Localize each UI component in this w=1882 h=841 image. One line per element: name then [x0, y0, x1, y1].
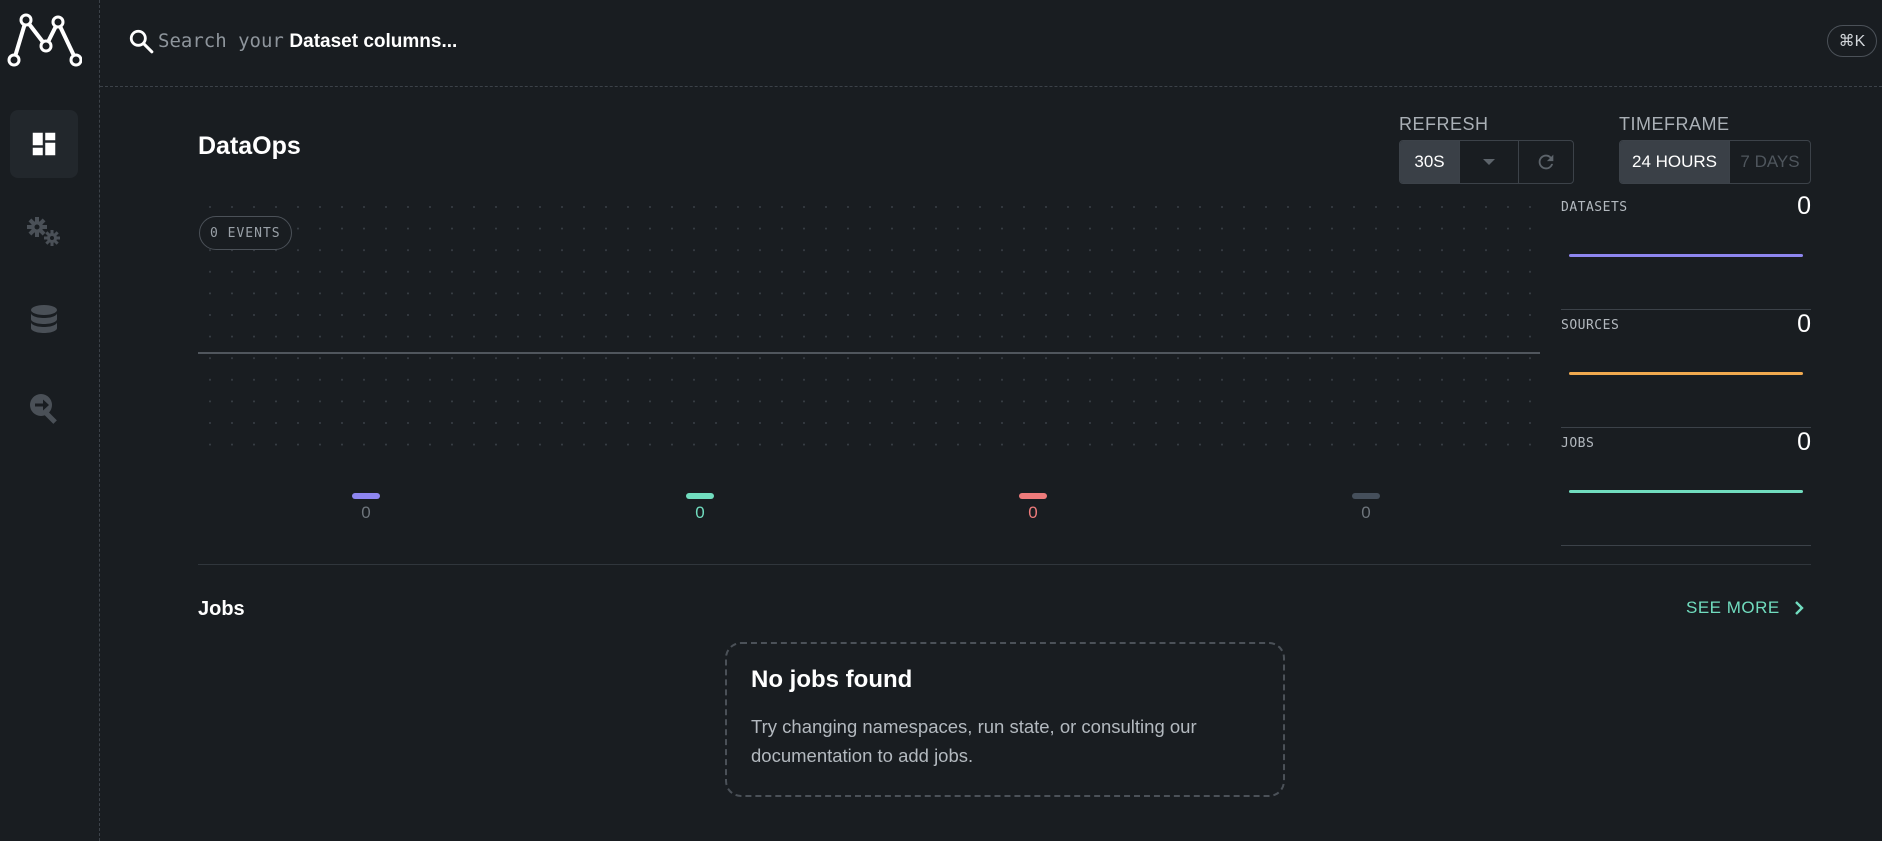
- timeframe-label: TIMEFRAME: [1619, 114, 1730, 134]
- section-divider: [198, 564, 1811, 565]
- stat-sources: SOURCES 0: [1561, 310, 1811, 428]
- stat-jobs: JOBS 0: [1561, 428, 1811, 546]
- legend-item-4: 0: [1346, 493, 1386, 523]
- header: Search your Dataset columns... ⌘K: [100, 0, 1882, 87]
- search-placeholder-prefix: Search your: [158, 30, 284, 52]
- timeframe-control: 24 HOURS 7 DAYS: [1619, 140, 1811, 184]
- stat-label: DATASETS: [1561, 200, 1628, 215]
- gears-icon: [27, 217, 60, 246]
- refresh-control: 30S: [1399, 140, 1574, 184]
- stat-value: 0: [1797, 428, 1811, 456]
- refresh-interval-button[interactable]: 30S: [1400, 141, 1460, 183]
- see-more-label: SEE MORE: [1686, 598, 1780, 617]
- legend-swatch: [1019, 493, 1047, 499]
- sidebar-item-dashboard[interactable]: [10, 110, 78, 178]
- legend-value: 0: [1361, 503, 1371, 522]
- legend-item-2: 0: [680, 493, 720, 523]
- search-input[interactable]: Search your Dataset columns...: [158, 28, 457, 54]
- events-chart: [198, 200, 1540, 464]
- chevron-right-icon: [1794, 601, 1804, 615]
- stat-label: SOURCES: [1561, 318, 1620, 333]
- sidebar-item-events[interactable]: [10, 374, 78, 442]
- legend-swatch: [352, 493, 380, 499]
- stat-value: 0: [1797, 192, 1811, 220]
- sidebar-item-datasets[interactable]: [10, 286, 78, 354]
- refresh-now-button[interactable]: [1519, 141, 1573, 183]
- stat-label: JOBS: [1561, 436, 1595, 451]
- refresh-dropdown-button[interactable]: [1460, 141, 1519, 183]
- timeframe-option-7d[interactable]: 7 DAYS: [1730, 141, 1810, 183]
- stat-value: 0: [1797, 310, 1811, 338]
- legend-item-1: 0: [346, 493, 386, 523]
- shortcut-badge[interactable]: ⌘K: [1827, 25, 1877, 57]
- stat-sparkline: [1569, 254, 1803, 257]
- chevron-down-icon: [1483, 159, 1495, 165]
- stat-datasets: DATASETS 0: [1561, 192, 1811, 310]
- dashboard-icon: [32, 132, 56, 156]
- legend-swatch: [686, 493, 714, 499]
- search-arrow-icon: [30, 394, 57, 424]
- sidebar: [0, 0, 100, 841]
- legend-value: 0: [361, 503, 371, 522]
- empty-state-title: No jobs found: [751, 666, 913, 693]
- marquez-logo[interactable]: [6, 8, 82, 68]
- see-more-link[interactable]: SEE MORE: [1686, 598, 1804, 618]
- chart-dot-grid: [198, 200, 1540, 464]
- stat-sparkline: [1569, 490, 1803, 493]
- legend-value: 0: [1028, 503, 1038, 522]
- empty-state-description: Try changing namespaces, run state, or c…: [751, 716, 1197, 766]
- app: Search your Dataset columns... ⌘K DataOp…: [0, 0, 1882, 841]
- search-icon: [129, 29, 154, 54]
- search-placeholder-emphasis: Dataset columns...: [289, 31, 458, 52]
- page-title: DataOps: [198, 132, 301, 160]
- events-count-badge: 0 EVENTS: [199, 216, 292, 250]
- jobs-section-title: Jobs: [198, 598, 245, 620]
- refresh-label: REFRESH: [1399, 114, 1489, 134]
- empty-jobs-card: No jobs found Try changing namespaces, r…: [725, 642, 1285, 797]
- database-icon: [31, 305, 57, 333]
- sidebar-item-jobs[interactable]: [10, 198, 78, 266]
- stat-sparkline: [1569, 372, 1803, 375]
- legend-item-3: 0: [1013, 493, 1053, 523]
- timeframe-option-24h[interactable]: 24 HOURS: [1620, 141, 1730, 183]
- refresh-icon: [1538, 154, 1554, 170]
- legend-value: 0: [695, 503, 705, 522]
- legend-swatch: [1352, 493, 1380, 499]
